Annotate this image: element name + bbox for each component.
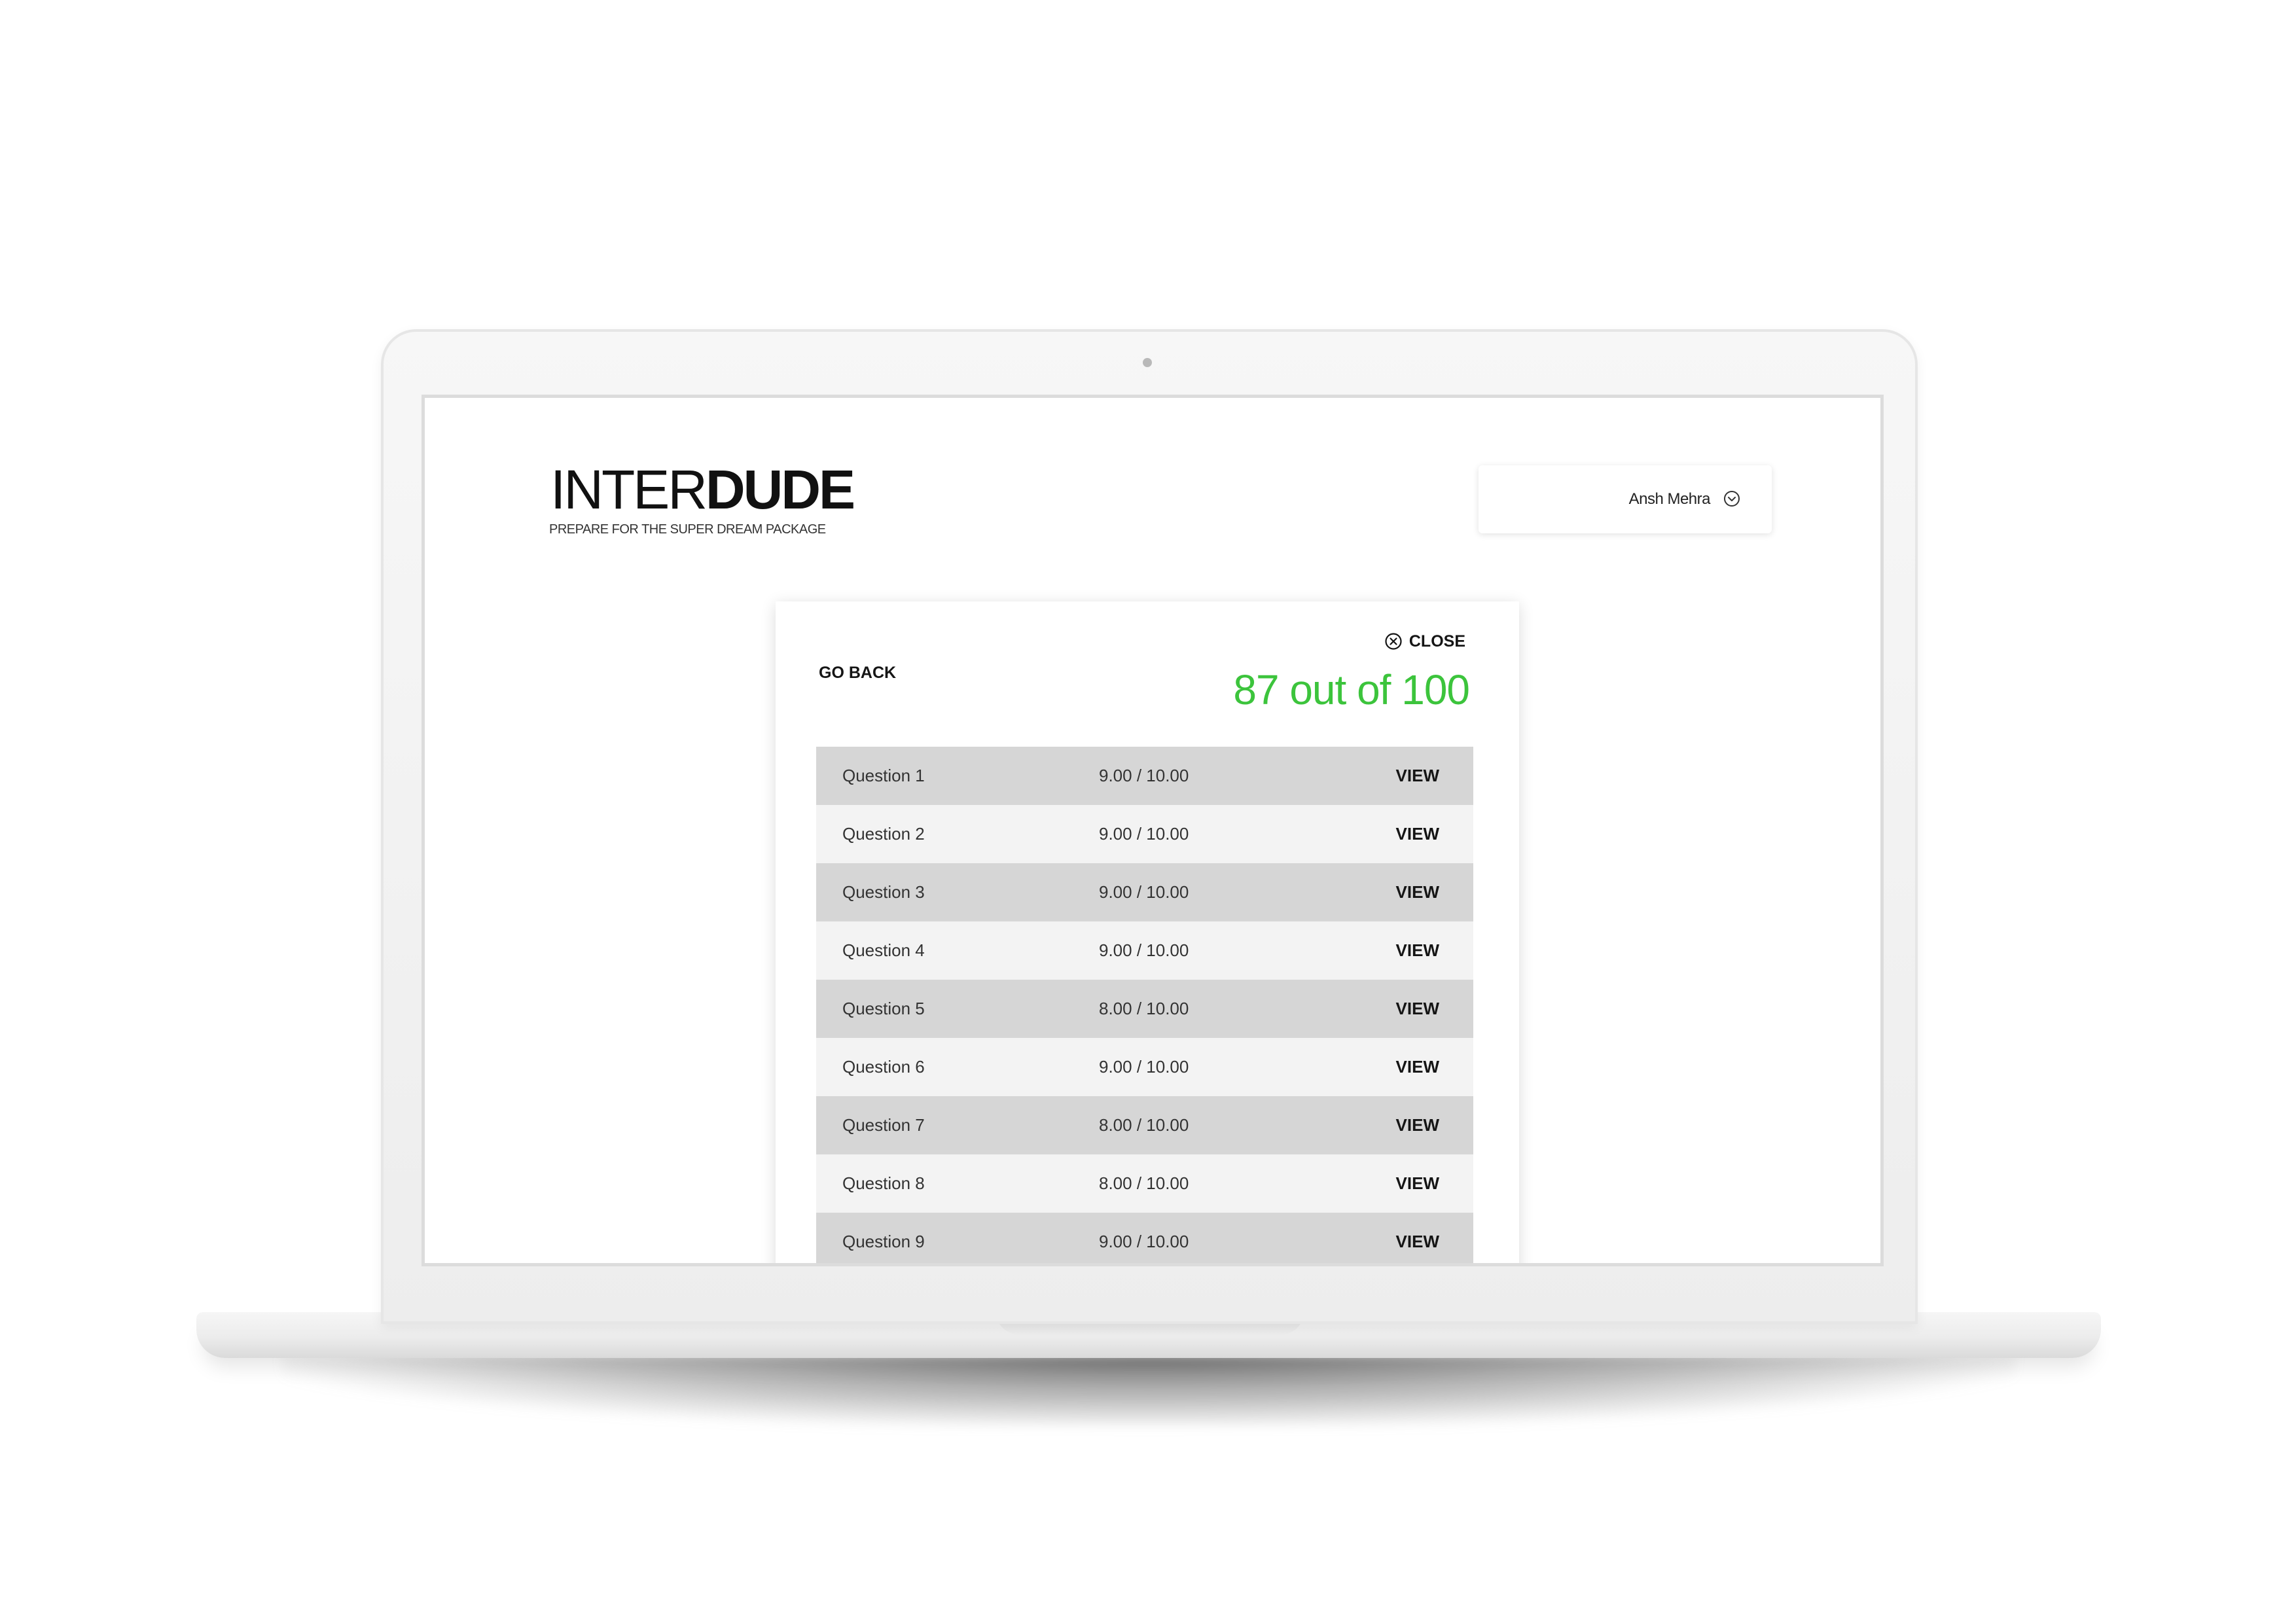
- question-score: 9.00 / 10.00: [1099, 1232, 1189, 1251]
- table-row: Question 5 8.00 / 10.00 VIEW: [816, 980, 1473, 1038]
- brand-logo-bold: DUDE: [706, 459, 855, 520]
- go-back-button[interactable]: GO BACK: [819, 664, 896, 683]
- question-score: 9.00 / 10.00: [1099, 882, 1189, 902]
- brand-logo-light: INTER: [550, 459, 708, 520]
- table-row: Question 9 9.00 / 10.00 VIEW: [816, 1213, 1473, 1263]
- question-label: Question 3: [842, 882, 925, 902]
- question-label: Question 8: [842, 1173, 925, 1193]
- question-score-table: Question 1 9.00 / 10.00 VIEW Question 2 …: [816, 747, 1473, 1263]
- total-score: 87 out of 100: [1233, 666, 1470, 713]
- camera-dot: [1143, 358, 1152, 367]
- view-button[interactable]: VIEW: [1396, 882, 1439, 902]
- question-score: 8.00 / 10.00: [1099, 999, 1189, 1018]
- question-score: 8.00 / 10.00: [1099, 1173, 1189, 1193]
- view-button[interactable]: VIEW: [1396, 824, 1439, 844]
- view-button[interactable]: VIEW: [1396, 1115, 1439, 1135]
- laptop-lid: INTERDUDE PREPARE FOR THE SUPER DREAM PA…: [381, 329, 1918, 1324]
- question-score: 9.00 / 10.00: [1099, 940, 1189, 960]
- app-screen: INTERDUDE PREPARE FOR THE SUPER DREAM PA…: [422, 395, 1884, 1266]
- view-button[interactable]: VIEW: [1396, 940, 1439, 961]
- user-menu[interactable]: Ansh Mehra: [1479, 465, 1772, 533]
- table-row: Question 7 8.00 / 10.00 VIEW: [816, 1096, 1473, 1154]
- question-score: 9.00 / 10.00: [1099, 1057, 1189, 1077]
- laptop-mockup: INTERDUDE PREPARE FOR THE SUPER DREAM PA…: [0, 0, 2296, 1623]
- table-row: Question 3 9.00 / 10.00 VIEW: [816, 863, 1473, 921]
- table-row: Question 6 9.00 / 10.00 VIEW: [816, 1038, 1473, 1096]
- view-button[interactable]: VIEW: [1396, 1173, 1439, 1194]
- brand-tagline: PREPARE FOR THE SUPER DREAM PACKAGE: [549, 522, 826, 537]
- brand-logo[interactable]: INTERDUDE: [550, 459, 855, 520]
- laptop-shadow: [281, 1355, 2016, 1427]
- question-label: Question 9: [842, 1232, 925, 1251]
- view-button[interactable]: VIEW: [1396, 1232, 1439, 1252]
- question-label: Question 5: [842, 999, 925, 1018]
- results-card: GO BACK CLOSE 87 out of 100 Question 1 9…: [776, 601, 1519, 1263]
- question-label: Question 4: [842, 940, 925, 960]
- close-circle-icon: [1385, 633, 1402, 650]
- close-label: CLOSE: [1408, 632, 1465, 651]
- view-button[interactable]: VIEW: [1396, 766, 1439, 786]
- question-label: Question 6: [842, 1057, 925, 1077]
- user-name: Ansh Mehra: [1628, 490, 1711, 508]
- question-label: Question 2: [842, 824, 925, 844]
- question-score: 9.00 / 10.00: [1099, 766, 1189, 785]
- question-score: 8.00 / 10.00: [1099, 1115, 1189, 1135]
- question-label: Question 7: [842, 1115, 925, 1135]
- view-button[interactable]: VIEW: [1396, 1057, 1439, 1077]
- table-row: Question 4 9.00 / 10.00 VIEW: [816, 921, 1473, 980]
- question-score: 9.00 / 10.00: [1099, 824, 1189, 844]
- table-row: Question 8 8.00 / 10.00 VIEW: [816, 1154, 1473, 1213]
- table-row: Question 1 9.00 / 10.00 VIEW: [816, 747, 1473, 805]
- close-button[interactable]: CLOSE: [1384, 631, 1465, 652]
- question-label: Question 1: [842, 766, 925, 785]
- view-button[interactable]: VIEW: [1396, 999, 1439, 1019]
- chevron-down-circle-icon[interactable]: [1723, 490, 1740, 507]
- table-row: Question 2 9.00 / 10.00 VIEW: [816, 805, 1473, 863]
